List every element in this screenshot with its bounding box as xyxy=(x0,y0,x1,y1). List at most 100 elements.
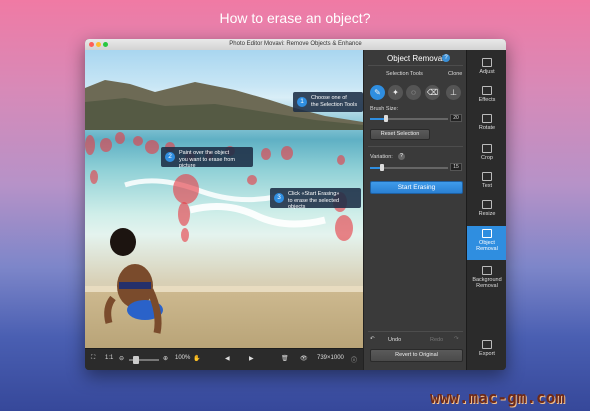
info-icon[interactable]: ⓘ xyxy=(351,355,357,364)
zoom-level: 100% xyxy=(175,355,191,361)
zoom-out-icon[interactable]: ⊖ xyxy=(119,355,124,362)
fit-screen-icon[interactable]: ⛶ xyxy=(91,355,95,362)
sidebar-item-crop[interactable]: Crop xyxy=(467,144,506,166)
sidebar-item-label: Adjust xyxy=(479,69,495,75)
callout-number: 3 xyxy=(274,193,284,203)
sliders-icon xyxy=(482,58,492,67)
sidebar-item-object-removal[interactable]: Object Removal xyxy=(467,226,506,260)
sidebar-item-text[interactable]: Text xyxy=(467,172,506,194)
sidebar-item-label: Text xyxy=(481,183,493,189)
sidebar-item-label: Export xyxy=(479,351,495,357)
woman-figure xyxy=(104,228,163,334)
callout-text: you want to erase from picture xyxy=(179,156,235,170)
brush-tool[interactable]: ✎ xyxy=(370,85,385,100)
selection-blob xyxy=(100,138,112,152)
clone-stamp-tool[interactable]: ⊥ xyxy=(446,85,461,100)
callout-1: 1 Choose one of the Selection Tools xyxy=(293,92,363,112)
sidebar-item-label: Effects xyxy=(478,97,496,103)
crop-icon xyxy=(482,144,492,153)
clone-label: Clone xyxy=(448,71,463,77)
selection-tools-label: Selection Tools xyxy=(386,71,423,77)
revert-to-original-button[interactable]: Revert to Original xyxy=(370,349,463,362)
image-dimensions: 739×1000 xyxy=(317,355,344,361)
selection-blob xyxy=(178,202,190,226)
selection-blob xyxy=(281,146,293,160)
app-window: Photo Editor Movavi: Remove Objects & En… xyxy=(85,39,506,370)
minimize-window-button[interactable] xyxy=(96,42,101,47)
lasso-tool[interactable]: ◌ xyxy=(406,85,421,100)
eraser-icon xyxy=(482,229,492,238)
selection-blob xyxy=(335,215,353,241)
redo-icon[interactable]: ↷ xyxy=(454,336,459,342)
divider xyxy=(368,146,463,147)
variation-value[interactable]: 15 xyxy=(450,163,462,171)
brush-size-value[interactable]: 20 xyxy=(450,114,462,122)
previous-icon[interactable]: ◀ xyxy=(225,355,230,362)
callout-number: 2 xyxy=(165,152,175,162)
selection-blob xyxy=(337,155,345,165)
next-icon[interactable]: ▶ xyxy=(249,355,254,362)
sidebar-item-export[interactable]: Export xyxy=(467,340,506,364)
zoom-slider-handle[interactable] xyxy=(133,356,139,364)
rotate-icon xyxy=(482,114,492,123)
sidebar-item-label: Crop xyxy=(481,155,493,161)
variation-label: Variation: xyxy=(370,154,393,160)
panel-title: Object Removal xyxy=(387,54,444,63)
selection-blob xyxy=(85,135,95,155)
sidebar-item-resize[interactable]: Resize xyxy=(467,200,506,222)
callout-number: 1 xyxy=(297,97,307,107)
callout-text: to erase the selected objects xyxy=(288,197,340,211)
sidebar-item-effects[interactable]: Effects xyxy=(467,86,506,108)
bottom-toolbar: ⛶ 1:1 ⊖ ⊕ 100% ✋ ◀ ▶ 🗑 👁 739×1000 ⓘ xyxy=(85,348,363,370)
magic-wand-tool[interactable]: ✦ xyxy=(388,85,403,100)
brush-size-label: Brush Size: xyxy=(370,106,399,112)
sidebar-item-label: Rotate xyxy=(478,125,496,131)
selection-blob xyxy=(90,170,98,184)
text-icon xyxy=(482,172,492,181)
selection-blob xyxy=(261,148,271,160)
redo-button[interactable]: Redo xyxy=(430,337,443,343)
brush-size-handle[interactable] xyxy=(383,115,388,122)
right-sidebar: Adjust Effects Rotate Crop Text Resize O… xyxy=(466,50,506,370)
window-title: Photo Editor Movavi: Remove Objects & En… xyxy=(229,41,362,47)
magic-wand-icon xyxy=(482,86,492,95)
watermark: www.mac-gm.com xyxy=(430,388,565,407)
ratio-button[interactable]: 1:1 xyxy=(105,355,113,361)
eraser-tool[interactable]: ⌫ xyxy=(425,85,440,100)
photo-canvas[interactable]: 1 Choose one of the Selection Tools 2 Pa… xyxy=(85,50,363,348)
divider xyxy=(368,331,463,332)
trash-icon[interactable]: 🗑 xyxy=(281,355,289,362)
selection-blob xyxy=(145,140,159,154)
selection-blob xyxy=(247,175,257,185)
selection-blob xyxy=(181,228,189,242)
screen: { "headline": "How to erase an object?",… xyxy=(0,0,590,411)
eye-icon[interactable]: 👁 xyxy=(300,355,308,362)
callout-3: 3 Click «Start Erasing» to erase the sel… xyxy=(270,188,361,211)
maximize-window-button[interactable] xyxy=(103,42,108,47)
headline: How to erase an object? xyxy=(219,10,371,26)
title-bar: Photo Editor Movavi: Remove Objects & En… xyxy=(85,39,506,50)
zoom-in-icon[interactable]: ⊕ xyxy=(163,355,168,362)
variation-handle[interactable] xyxy=(379,164,384,171)
start-erasing-button[interactable]: Start Erasing xyxy=(370,181,463,194)
sidebar-item-label: Resize xyxy=(478,211,496,217)
sidebar-item-rotate[interactable]: Rotate xyxy=(467,114,506,136)
undo-icon[interactable]: ↶ xyxy=(370,336,375,342)
selection-blob xyxy=(115,132,125,144)
hand-tool-icon[interactable]: ✋ xyxy=(193,355,200,362)
sidebar-item-label: Object Removal xyxy=(476,240,498,252)
background-icon xyxy=(482,266,492,275)
sidebar-item-label: Background Removal xyxy=(472,277,502,289)
reset-selection-button[interactable]: Reset Selection xyxy=(370,129,430,140)
resize-icon xyxy=(482,200,492,209)
export-icon xyxy=(482,340,492,349)
sidebar-item-background-removal[interactable]: Background Removal xyxy=(467,266,506,298)
selection-blob xyxy=(133,136,143,146)
help-icon[interactable]: ? xyxy=(442,54,450,62)
variation-help-icon[interactable]: ? xyxy=(398,153,405,160)
callout-2: 2 Paint over the object you want to eras… xyxy=(161,147,253,170)
close-window-button[interactable] xyxy=(89,42,94,47)
undo-button[interactable]: Undo xyxy=(388,337,401,343)
sidebar-item-adjust[interactable]: Adjust xyxy=(467,58,506,80)
callout-text: the Selection Tools xyxy=(311,101,358,108)
